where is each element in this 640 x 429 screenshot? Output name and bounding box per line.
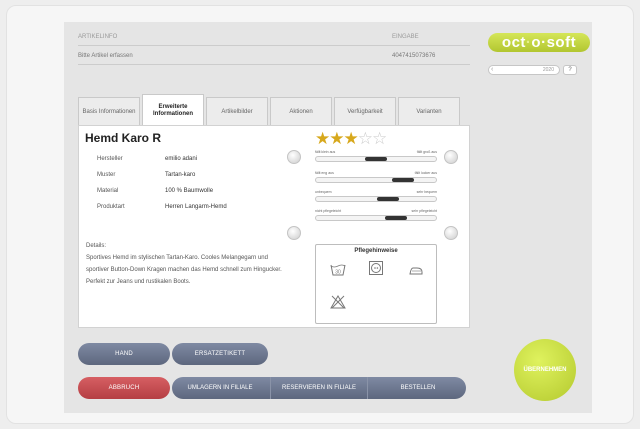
slider-track[interactable] <box>315 196 437 202</box>
tab-aktionen[interactable]: Aktionen <box>270 97 332 126</box>
slider-min-label: unbequem <box>315 190 332 194</box>
chevron-left-icon[interactable]: ‹ <box>491 66 493 74</box>
artikelinfo-label: ARTIKELINFO <box>78 34 118 40</box>
slider-max-label: fällt locker aus <box>414 171 437 175</box>
fit-size-slider[interactable]: fällt klein aus fällt groß aus <box>315 150 437 162</box>
star-icon[interactable]: ★ <box>344 129 359 148</box>
attribute-label: Muster <box>97 172 116 178</box>
product-info-panel: Hemd Karo R Hersteller emilio adani Must… <box>78 125 470 328</box>
side-input-field[interactable]: ‹ 2020 <box>488 65 560 75</box>
tab-verfuegbarkeit[interactable]: Verfügbarkeit <box>334 97 396 126</box>
details-heading: Details: <box>86 243 107 249</box>
svg-text:30: 30 <box>335 270 341 276</box>
umlagern-in-filiale-button[interactable]: UMLAGERN IN FILIALE <box>172 377 268 399</box>
product-title: Hemd Karo R <box>85 131 162 145</box>
artikelinfo-value: Bitte Artikel erfassen <box>78 53 133 59</box>
tab-bar: Basis Informationen Erweiterte Informati… <box>78 94 460 126</box>
star-icon[interactable]: ☆ <box>358 129 373 148</box>
slider-min-label: fällt klein aus <box>315 150 336 154</box>
attribute-label: Produktart <box>97 204 125 210</box>
attribute-value: Herren Langarm-Hemd <box>165 204 227 210</box>
attribute-value: 100 % Baumwolle <box>165 188 214 194</box>
hand-button[interactable]: HAND <box>78 343 170 365</box>
slider-max-label: sehr pflegeleicht <box>411 209 438 213</box>
care-ease-slider[interactable]: nicht pflegeleicht sehr pflegeleicht <box>315 209 437 221</box>
slider-min-label: nicht pflegeleicht <box>315 209 342 213</box>
slider-track[interactable] <box>315 156 437 162</box>
tumble-dry-icon <box>368 261 384 275</box>
help-button[interactable]: ? <box>563 65 577 75</box>
comfort-slider[interactable]: unbequem sehr bequem <box>315 190 437 202</box>
header-divider <box>78 64 470 65</box>
scroll-up-button[interactable] <box>287 150 301 164</box>
details-text: Sportives Hemd im stylischen Tartan-Karo… <box>86 255 282 285</box>
uebernehmen-button[interactable]: ÜBERNEHMEN <box>514 339 576 401</box>
rating-down-button[interactable] <box>444 226 458 240</box>
star-icon[interactable]: ☆ <box>372 129 387 148</box>
reservieren-in-filiale-button[interactable]: RESERVIEREN IN FILIALE <box>270 377 368 399</box>
slider-track[interactable] <box>315 215 437 221</box>
rating-stars[interactable]: ★★★☆☆ <box>315 129 387 149</box>
star-icon[interactable]: ★ <box>329 129 344 148</box>
attribute-value: Tartan-karo <box>165 172 196 178</box>
octo-soft-logo: oct·o·soft <box>488 33 590 52</box>
iron-icon <box>408 263 424 277</box>
eingabe-input[interactable]: 4047415073676 <box>392 53 435 59</box>
wash-30-icon: 30 <box>330 263 346 277</box>
abbruch-button[interactable]: ABBRUCH <box>78 377 170 399</box>
no-bleach-icon <box>330 295 346 309</box>
slider-track[interactable] <box>315 177 437 183</box>
slider-max-label: sehr bequem <box>416 190 437 194</box>
slider-min-label: fällt eng aus <box>315 171 334 175</box>
fit-width-slider[interactable]: fällt eng aus fällt locker aus <box>315 171 437 183</box>
tab-artikelbilder[interactable]: Artikelbilder <box>206 97 268 126</box>
eingabe-label: EINGABE <box>392 34 419 40</box>
slider-thumb[interactable] <box>392 178 414 182</box>
slider-thumb[interactable] <box>385 216 407 220</box>
tab-erweiterte-informationen[interactable]: Erweiterte Informationen <box>142 94 204 126</box>
slider-max-label: fällt groß aus <box>416 150 437 154</box>
care-title: Pflegehinweise <box>354 248 398 254</box>
rating-up-button[interactable] <box>444 150 458 164</box>
scroll-down-button[interactable] <box>287 226 301 240</box>
tab-basis-informationen[interactable]: Basis Informationen <box>78 97 140 126</box>
bestellen-button[interactable]: BESTELLEN <box>370 377 466 399</box>
tab-varianten[interactable]: Varianten <box>398 97 460 126</box>
attribute-label: Material <box>97 188 119 194</box>
slider-thumb[interactable] <box>377 197 399 201</box>
ersatzetikett-button[interactable]: ERSATZETIKETT <box>172 343 268 365</box>
attribute-label: Hersteller <box>97 156 123 162</box>
care-instructions-box: Pflegehinweise 30 <box>315 244 437 324</box>
header-divider <box>78 45 470 46</box>
star-icon[interactable]: ★ <box>315 129 330 148</box>
slider-thumb[interactable] <box>365 157 387 161</box>
attribute-value: emilio adani <box>165 156 198 162</box>
